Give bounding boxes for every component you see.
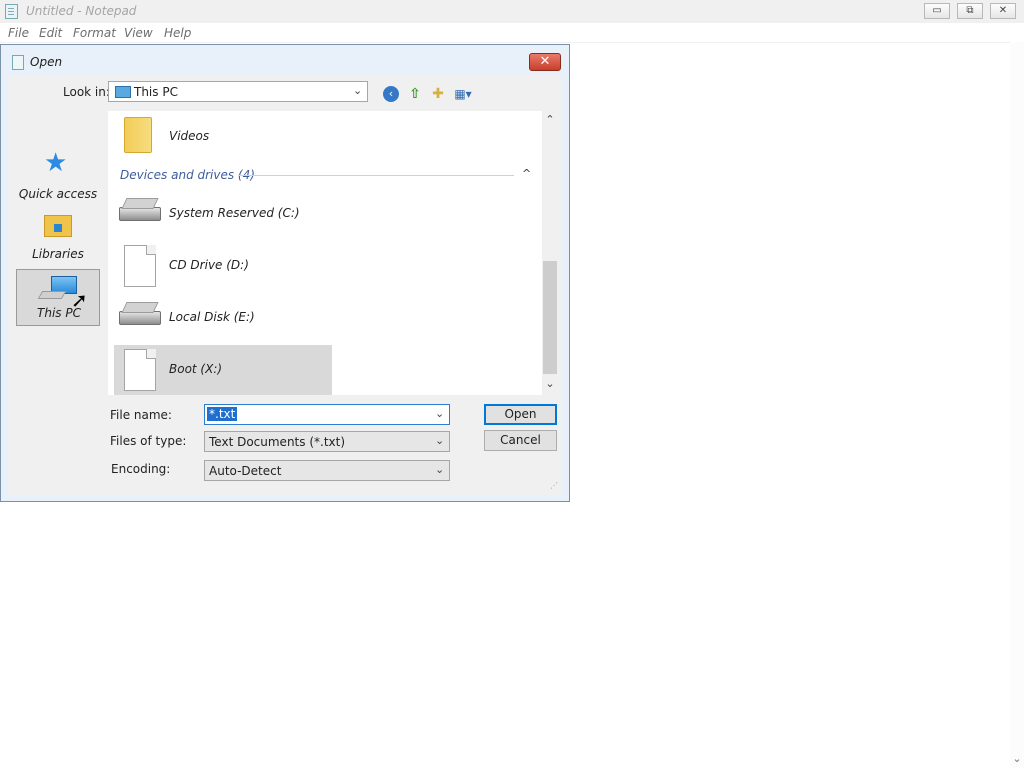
group-divider (238, 175, 514, 176)
item-label: Boot (X:) (169, 362, 223, 376)
places-bar: ★ Quick access Libraries ➚ This PC (8, 111, 108, 429)
chevron-down-icon[interactable]: ⌄ (435, 463, 444, 476)
menu-help[interactable]: Help (164, 26, 191, 40)
chevron-down-icon[interactable]: ⌄ (435, 434, 444, 447)
file-name-label: File name: (110, 408, 172, 422)
files-of-type-label: Files of type: (110, 434, 187, 448)
notepad-menubar: File Edit Format View Help (0, 23, 1024, 42)
list-item-drive-c[interactable]: System Reserved (C:) (114, 189, 332, 239)
place-label: Quick access (18, 187, 98, 201)
folder-icon (124, 117, 152, 153)
item-label: Local Disk (E:) (169, 310, 255, 324)
place-label: Libraries (32, 247, 84, 261)
dialog-body: Look in: This PC ⌄ ‹ ⇧ ✚ ▦▾ ★ Quick acce… (8, 75, 562, 495)
close-window-button[interactable]: ✕ (990, 3, 1016, 19)
computer-icon (115, 86, 131, 98)
chevron-down-icon[interactable]: ⌄ (353, 84, 362, 97)
place-quick-access[interactable]: ★ Quick access (16, 147, 100, 203)
look-in-dropdown[interactable]: This PC ⌄ (108, 81, 368, 102)
minimize-button[interactable]: ▭ (924, 3, 950, 19)
list-item-drive-x[interactable]: Boot (X:) (114, 345, 332, 395)
star-icon: ★ (44, 148, 68, 178)
libraries-icon (44, 215, 72, 237)
list-item-drive-e[interactable]: Local Disk (E:) (114, 293, 332, 343)
hard-drive-icon (119, 207, 161, 221)
file-name-input[interactable]: *.txt ⌄ (204, 404, 450, 425)
file-list[interactable]: Videos Devices and drives (4) ^ System R… (108, 111, 542, 395)
scroll-down-icon[interactable]: ⌄ (542, 377, 558, 391)
notepad-vertical-scrollbar[interactable] (1010, 42, 1024, 768)
new-folder-icon[interactable]: ✚ (429, 85, 447, 103)
list-item-videos[interactable]: Videos (114, 111, 332, 161)
item-label: CD Drive (D:) (169, 258, 249, 272)
notepad-window-title: Untitled - Notepad (26, 4, 137, 18)
look-in-label: Look in: (63, 85, 110, 99)
notepad-titlebar: Untitled - Notepad ▭ ⧉ ✕ (0, 0, 1024, 24)
dialog-title: Open (30, 55, 63, 69)
encoding-label: Encoding: (111, 462, 171, 476)
file-name-value: *.txt (207, 407, 238, 421)
view-menu-icon[interactable]: ▦▾ (454, 85, 472, 103)
files-of-type-value: Text Documents (*.txt) (209, 435, 346, 449)
item-label: Videos (169, 129, 210, 143)
encoding-value: Auto-Detect (209, 464, 282, 478)
collapse-group-icon[interactable]: ^ (522, 167, 531, 180)
group-header: Devices and drives (4) (120, 168, 255, 182)
menu-view[interactable]: View (124, 26, 153, 40)
back-icon[interactable]: ‹ (383, 86, 399, 102)
notepad-scroll-down-icon[interactable]: ⌄ (1010, 752, 1024, 766)
look-in-value: This PC (134, 85, 178, 99)
list-item-drive-d[interactable]: CD Drive (D:) (114, 241, 332, 291)
chevron-down-icon[interactable]: ⌄ (435, 407, 444, 420)
place-libraries[interactable]: Libraries (16, 207, 100, 263)
open-button[interactable]: Open (484, 404, 557, 425)
files-of-type-dropdown[interactable]: Text Documents (*.txt) ⌄ (204, 431, 450, 452)
dialog-close-button[interactable]: ✕ (529, 53, 561, 71)
dialog-titlebar[interactable]: Open ✕ (1, 45, 569, 75)
file-list-scrollbar[interactable]: ⌃ ⌄ (542, 111, 558, 395)
file-icon (124, 349, 156, 391)
place-this-pc[interactable]: ➚ This PC (16, 269, 100, 326)
restore-button[interactable]: ⧉ (957, 3, 983, 19)
menu-file[interactable]: File (8, 26, 29, 40)
up-one-level-icon[interactable]: ⇧ (406, 85, 424, 103)
item-label: System Reserved (C:) (169, 206, 300, 220)
resize-grip-icon[interactable]: ⋰ (550, 481, 558, 490)
scrollbar-thumb[interactable] (543, 261, 557, 374)
place-label: This PC (37, 306, 81, 320)
menu-edit[interactable]: Edit (39, 26, 62, 40)
hard-drive-icon (119, 311, 161, 325)
encoding-dropdown[interactable]: Auto-Detect ⌄ (204, 460, 450, 481)
notepad-icon (5, 4, 18, 19)
open-dialog: Open ✕ Look in: This PC ⌄ ‹ ⇧ ✚ ▦▾ ★ Qui… (0, 44, 570, 502)
scroll-up-icon[interactable]: ⌃ (542, 113, 558, 127)
dialog-icon (12, 55, 24, 70)
cancel-button[interactable]: Cancel (484, 430, 557, 451)
menu-format[interactable]: Format (73, 26, 116, 40)
file-icon (124, 245, 156, 287)
